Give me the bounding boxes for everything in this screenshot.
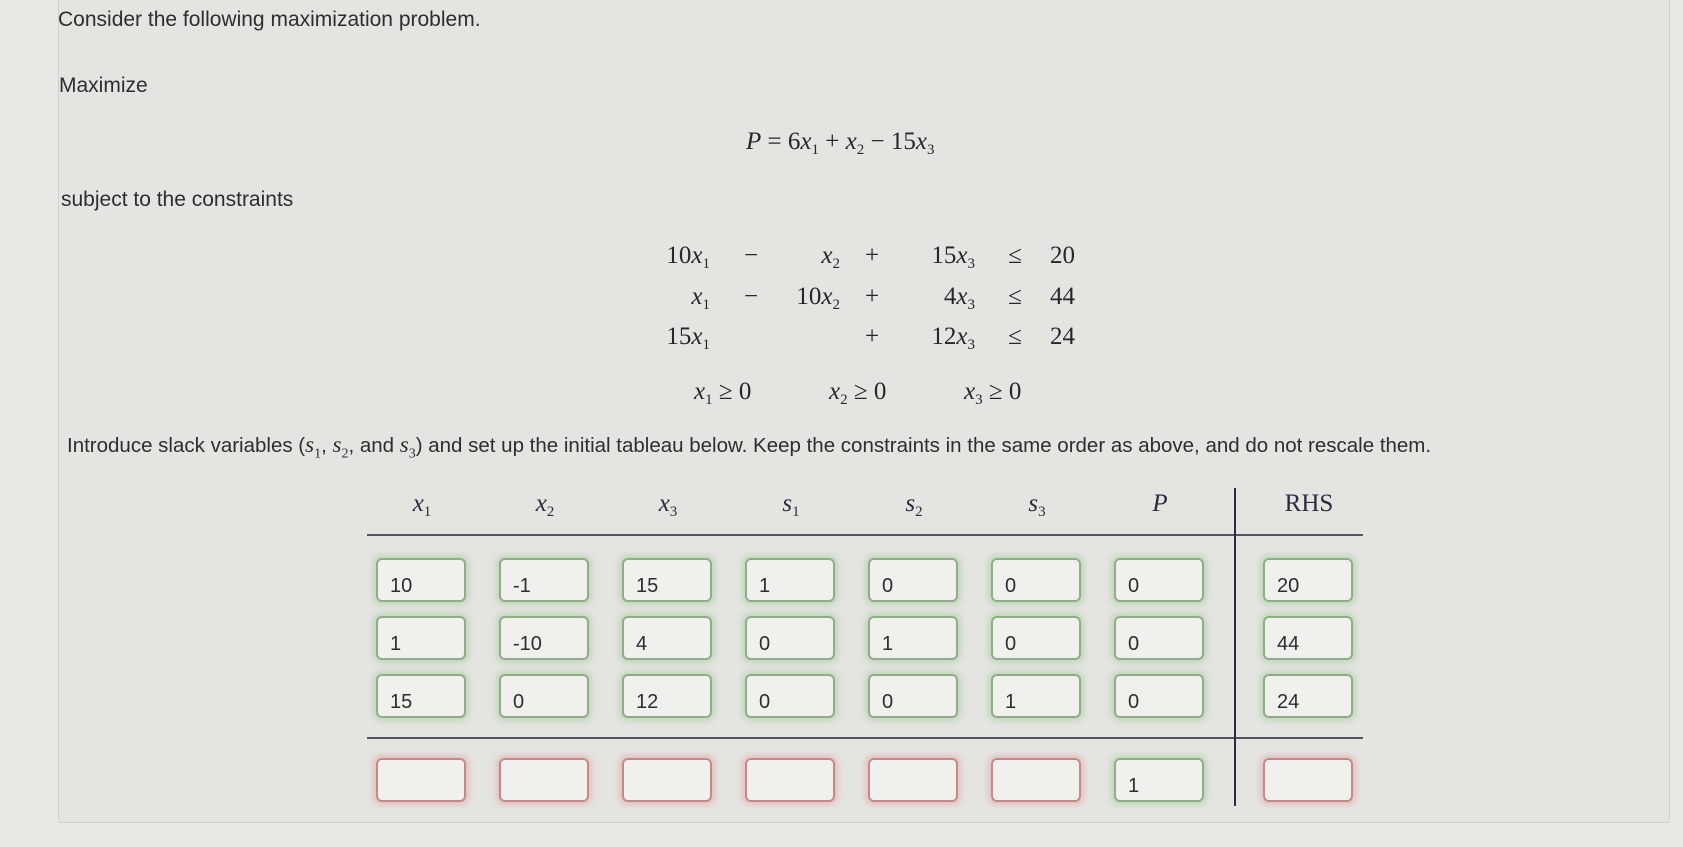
column-header-s2: s2 [905, 490, 923, 520]
objective-row-x1-input[interactable] [376, 758, 466, 802]
column-header-p: P [1152, 490, 1168, 517]
constraint-1-rel: ≤ [1008, 242, 1022, 269]
constraint-row-1-rhs-input[interactable] [1263, 558, 1353, 602]
constraint-row-3-rhs-input[interactable] [1263, 674, 1353, 718]
objective-row-s3-input[interactable] [991, 758, 1081, 802]
constraint-1-x1: 10x1 [666, 242, 710, 272]
constraint-3-x1: 15x1 [666, 323, 710, 353]
constraint-row-1-s2-input[interactable] [868, 558, 958, 602]
constraint-row-3-x3-input[interactable] [622, 674, 712, 718]
objective-function: P = 6x1 + x2 − 15x3 [746, 128, 935, 158]
constraint-2-x1: x1 [691, 283, 710, 313]
question-panel [58, 0, 1670, 823]
constraint-row-2-s2-input[interactable] [868, 616, 958, 660]
intro-text: Consider the following maximization prob… [58, 8, 481, 31]
objective-row-s2-input[interactable] [868, 758, 958, 802]
instruction-text: Introduce slack variables (s1, s2, and s… [67, 432, 1432, 462]
nonneg-x3: x3 ≥ 0 [964, 378, 1022, 408]
constraint-row-1-s1-input[interactable] [745, 558, 835, 602]
column-header-rhs: RHS [1284, 490, 1334, 517]
constraint-2-x3: 4x3 [943, 283, 975, 313]
objective-lhs: P [746, 128, 762, 155]
constraint-row-3-s2-input[interactable] [868, 674, 958, 718]
constraint-row-2-x3-input[interactable] [622, 616, 712, 660]
constraint-1-x3: 15x3 [931, 242, 975, 272]
constraint-1-x2: x2 [821, 242, 840, 272]
rhs-divider [1234, 488, 1236, 806]
constraint-row-1-x2-input[interactable] [499, 558, 589, 602]
constraint-row-3-p-input[interactable] [1114, 674, 1204, 718]
nonneg-x2: x2 ≥ 0 [829, 378, 887, 408]
constraint-row-3-s1-input[interactable] [745, 674, 835, 718]
constraint-row-2-rhs-input[interactable] [1263, 616, 1353, 660]
nonneg-x1: x1 ≥ 0 [694, 378, 752, 408]
objective-row-x3-input[interactable] [622, 758, 712, 802]
constraint-row-3-x2-input[interactable] [499, 674, 589, 718]
subject-to-label: subject to the constraints [61, 188, 294, 211]
maximize-label: Maximize [59, 74, 148, 97]
constraint-row-2-s3-input[interactable] [991, 616, 1081, 660]
column-header-s3: s3 [1028, 490, 1046, 520]
constraint-row-3-x1-input[interactable] [376, 674, 466, 718]
constraint-1-op2: + [864, 242, 880, 269]
header-divider [367, 534, 1363, 536]
constraint-3-op2: + [864, 323, 880, 350]
objective-row-p-input[interactable] [1114, 758, 1204, 802]
constraint-2-op1: − [743, 283, 759, 310]
constraint-3-rhs: 24 [1050, 323, 1075, 350]
constraint-1-rhs: 20 [1050, 242, 1075, 269]
column-header-x2: x2 [535, 490, 555, 520]
constraint-row-1-x3-input[interactable] [622, 558, 712, 602]
constraint-row-1-s3-input[interactable] [991, 558, 1081, 602]
constraint-2-op2: + [864, 283, 880, 310]
objective-row-x2-input[interactable] [499, 758, 589, 802]
constraint-row-2-s1-input[interactable] [745, 616, 835, 660]
constraint-row-1-p-input[interactable] [1114, 558, 1204, 602]
constraint-row-2-p-input[interactable] [1114, 616, 1204, 660]
constraint-row-1-x1-input[interactable] [376, 558, 466, 602]
column-header-s1: s1 [782, 490, 800, 520]
constraint-row-2-x2-input[interactable] [499, 616, 589, 660]
constraint-2-x2: 10x2 [796, 283, 840, 313]
constraint-row-2-x1-input[interactable] [376, 616, 466, 660]
objective-row-s1-input[interactable] [745, 758, 835, 802]
column-header-x3: x3 [658, 490, 678, 520]
constraint-3-x3: 12x3 [931, 323, 975, 353]
objective-row-rhs-input[interactable] [1263, 758, 1353, 802]
constraint-1-op1: − [743, 242, 759, 269]
objective-row-divider [367, 737, 1363, 739]
constraint-2-rhs: 44 [1050, 283, 1075, 310]
constraint-row-3-s3-input[interactable] [991, 674, 1081, 718]
constraint-3-rel: ≤ [1008, 323, 1022, 350]
constraint-2-rel: ≤ [1008, 283, 1022, 310]
column-header-x1: x1 [412, 490, 432, 520]
